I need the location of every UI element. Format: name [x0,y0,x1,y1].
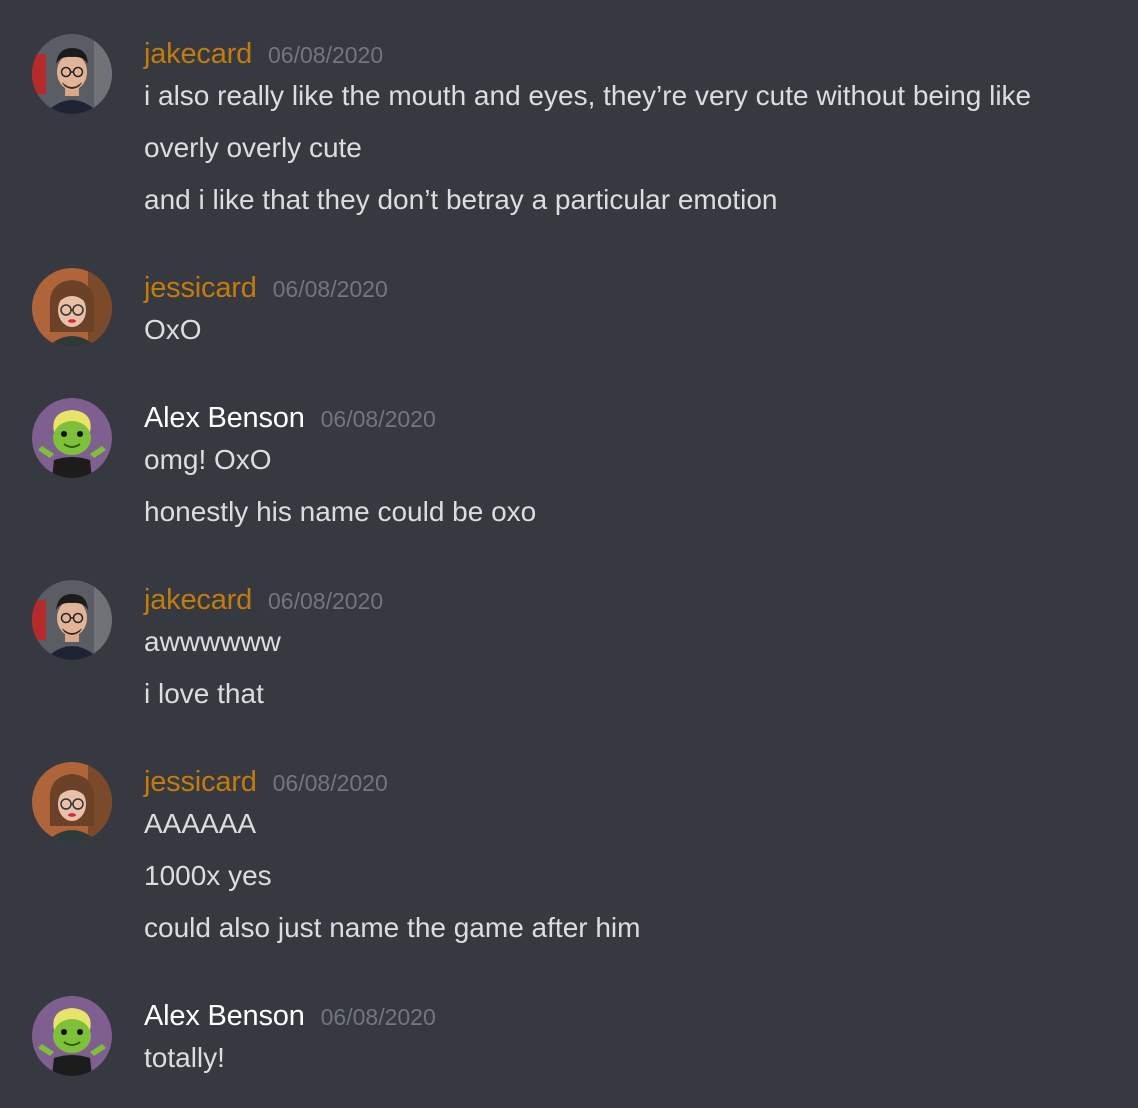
timestamp: 06/08/2020 [272,276,388,302]
avatar[interactable] [32,268,112,348]
timestamp: 06/08/2020 [272,770,388,796]
message-header: jessicard 06/08/2020 [144,762,1118,802]
chat-message-list: jakecard 06/08/2020 i also really like th… [0,0,1138,1108]
green-frog-character-avatar-icon [32,398,112,478]
message-header: jakecard 06/08/2020 [144,580,1118,620]
message-content: Alex Benson 06/08/2020 totally! [144,996,1118,1088]
avatar[interactable] [32,34,112,114]
message-content: jessicard 06/08/2020 OxO [144,268,1118,360]
avatar[interactable] [32,398,112,478]
message-text: awwwwww [144,626,281,657]
username[interactable]: Alex Benson [144,402,305,434]
message-text: honestly his name could be oxo [144,496,537,527]
username[interactable]: Alex Benson [144,1000,305,1032]
username[interactable]: jakecard [144,38,252,70]
message-text: OxO [144,314,202,345]
avatar[interactable] [32,996,112,1076]
message-content: Alex Benson 06/08/2020 omg! OxO honestly … [144,398,1118,542]
message-header: jessicard 06/08/2020 [144,268,1118,308]
message-text: omg! OxO [144,444,272,475]
message-text: AAAAAA [144,808,257,839]
message-header: Alex Benson 06/08/2020 [144,996,1118,1036]
woman-with-glasses-avatar-icon [32,762,112,842]
username[interactable]: jakecard [144,584,252,616]
username[interactable]: jessicard [144,766,257,798]
green-frog-character-avatar-icon [32,996,112,1076]
timestamp: 06/08/2020 [268,42,384,68]
message-header: jakecard 06/08/2020 [144,34,1118,74]
message-text: 1000x yes [144,860,272,891]
message-text: could also just name the game after him [144,912,641,943]
avatar[interactable] [32,580,112,660]
message-text: i also really like the mouth and eyes, t… [144,80,1032,111]
timestamp: 06/08/2020 [320,1004,436,1030]
man-with-glasses-avatar-icon [32,580,112,660]
woman-with-glasses-avatar-icon [32,268,112,348]
message-text: i love that [144,678,264,709]
message-header: Alex Benson 06/08/2020 [144,398,1118,438]
message-text: and i like that they don’t betray a part… [144,184,778,215]
timestamp: 06/08/2020 [320,406,436,432]
message-content: jakecard 06/08/2020 i also really like th… [144,34,1118,230]
timestamp: 06/08/2020 [268,588,384,614]
avatar[interactable] [32,762,112,842]
message-content: jakecard 06/08/2020 awwwwww i love that [144,580,1118,724]
message-content: jessicard 06/08/2020 AAAAAA 1000x yes cou… [144,762,1118,958]
message-text: overly overly cute [144,132,362,163]
man-with-glasses-avatar-icon [32,34,112,114]
username[interactable]: jessicard [144,272,257,304]
message-text: totally! [144,1042,225,1073]
